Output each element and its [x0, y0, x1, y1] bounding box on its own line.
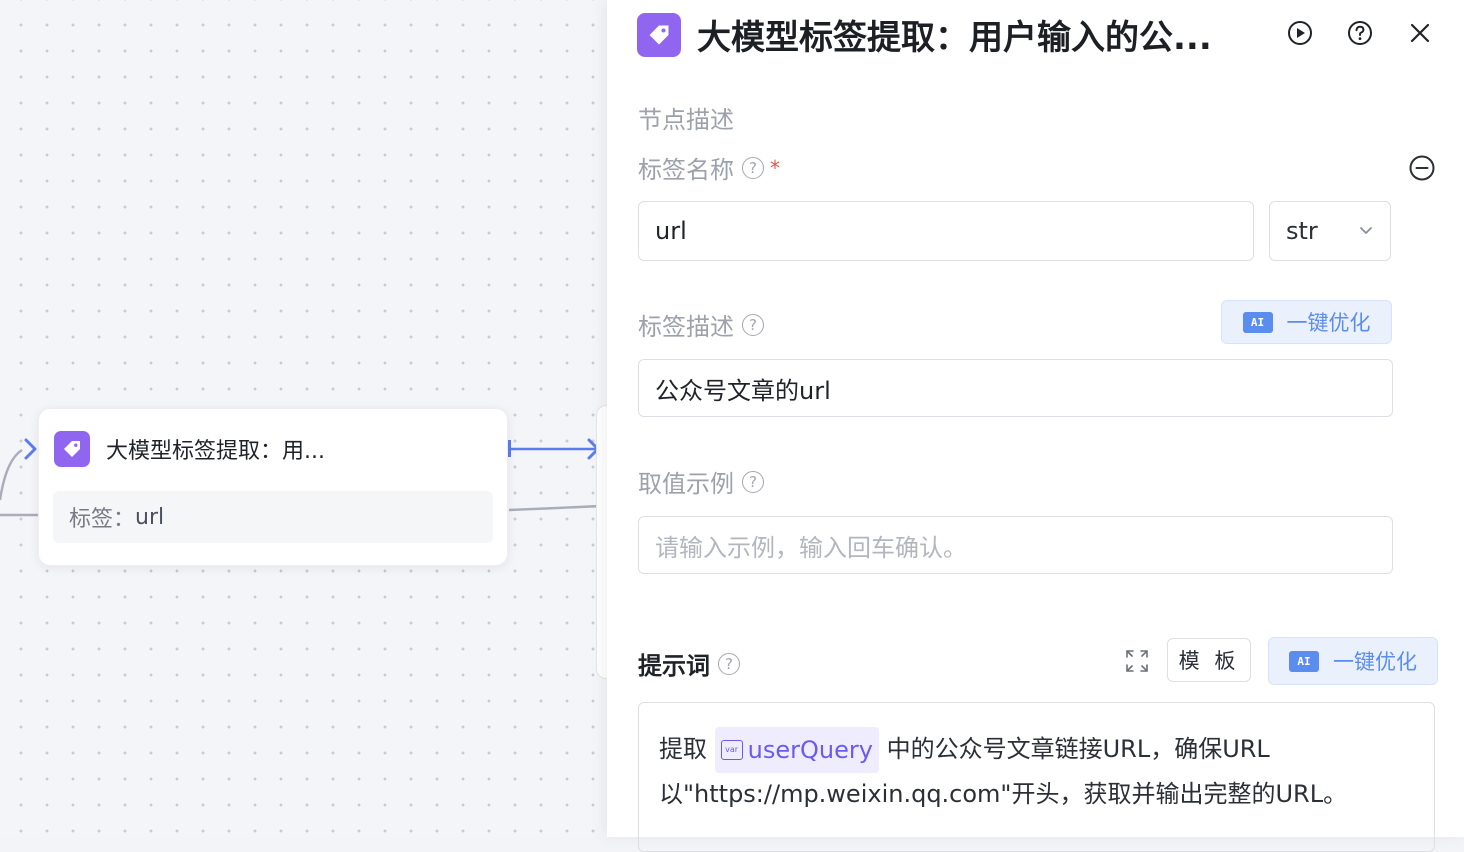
- example-label-row: 取值示例 ?: [638, 464, 764, 499]
- node-tag-label: 标签：: [69, 507, 136, 532]
- run-icon[interactable]: [1284, 17, 1316, 49]
- tag-type-value: str: [1286, 217, 1318, 245]
- tag-name-label-row: 标签名称 ? *: [638, 150, 780, 185]
- prompt-label-row: 提示词 ?: [638, 646, 740, 681]
- ai-icon: AI: [1289, 650, 1319, 672]
- panel-header: 大模型标签提取：用户输入的公...: [637, 10, 1212, 59]
- ai-optimize-label: 一键优化: [1333, 650, 1417, 674]
- header-actions: [1284, 17, 1436, 49]
- template-button[interactable]: 模 板: [1167, 638, 1251, 682]
- example-label: 取值示例: [638, 470, 734, 498]
- prompt-line-1: 提取 var userQuery 中的公众号文章链接URL，确保URL: [659, 727, 1414, 773]
- required-mark: *: [770, 155, 780, 180]
- node-title: 大模型标签提取：用...: [106, 439, 325, 464]
- example-input[interactable]: 请输入示例，输入回车确认。: [638, 516, 1393, 574]
- prompt-ai-optimize-button[interactable]: AI 一键优化: [1268, 637, 1438, 685]
- next-node-stub[interactable]: [596, 405, 607, 679]
- tag-icon: [637, 12, 681, 57]
- tag-desc-input[interactable]: 公众号文章的url: [638, 359, 1393, 417]
- tag-desc-ai-optimize-button[interactable]: AI 一键优化: [1221, 300, 1392, 344]
- tag-name-input[interactable]: url: [638, 201, 1254, 261]
- incoming-edge-curve: [0, 448, 23, 501]
- tag-type-select[interactable]: str: [1269, 201, 1391, 261]
- outgoing-edge-lower: [508, 504, 601, 512]
- prompt-editor[interactable]: 提取 var userQuery 中的公众号文章链接URL，确保URL 以"ht…: [638, 702, 1435, 852]
- help-icon[interactable]: ?: [718, 652, 740, 675]
- prompt-text-before: 提取: [659, 735, 707, 763]
- workflow-canvas[interactable]: 大模型标签提取：用... 标签： url: [0, 0, 607, 837]
- prompt-line-2: 以"https://mp.weixin.qq.com"开头，获取并输出完整的UR…: [659, 780, 1348, 808]
- variable-icon: var: [720, 740, 743, 760]
- node-tag-value: url: [135, 504, 165, 530]
- expand-icon[interactable]: [1124, 648, 1150, 674]
- ai-icon: AI: [1242, 311, 1273, 333]
- help-icon[interactable]: [1344, 17, 1376, 49]
- input-port-arrow-icon[interactable]: [24, 438, 37, 460]
- node-config-panel: 大模型标签提取：用户输入的公... 节点描述 标签名称 ? * url str …: [607, 0, 1464, 852]
- variable-name: userQuery: [747, 735, 873, 764]
- tag-desc-label: 标签描述: [638, 313, 734, 341]
- remove-icon[interactable]: [1408, 154, 1436, 182]
- tag-extract-node[interactable]: 大模型标签提取：用... 标签： url: [38, 408, 508, 566]
- panel-title[interactable]: 大模型标签提取：用户输入的公...: [697, 10, 1212, 59]
- variable-chip[interactable]: var userQuery: [714, 727, 879, 773]
- close-icon[interactable]: [1404, 17, 1436, 49]
- tag-name-label: 标签名称: [638, 156, 734, 184]
- help-icon[interactable]: ?: [742, 470, 764, 493]
- prompt-label: 提示词: [638, 652, 710, 680]
- tag-icon: [54, 431, 90, 467]
- chevron-down-icon: [1360, 227, 1372, 234]
- node-tag-summary: 标签： url: [53, 491, 493, 543]
- help-icon[interactable]: ?: [742, 156, 764, 179]
- node-description-label: 节点描述: [638, 106, 734, 134]
- ai-optimize-label: 一键优化: [1286, 311, 1371, 335]
- help-icon[interactable]: ?: [742, 313, 764, 336]
- tag-desc-label-row: 标签描述 ?: [638, 307, 764, 342]
- prompt-text-after: 中的公众号文章链接URL，确保URL: [886, 735, 1270, 763]
